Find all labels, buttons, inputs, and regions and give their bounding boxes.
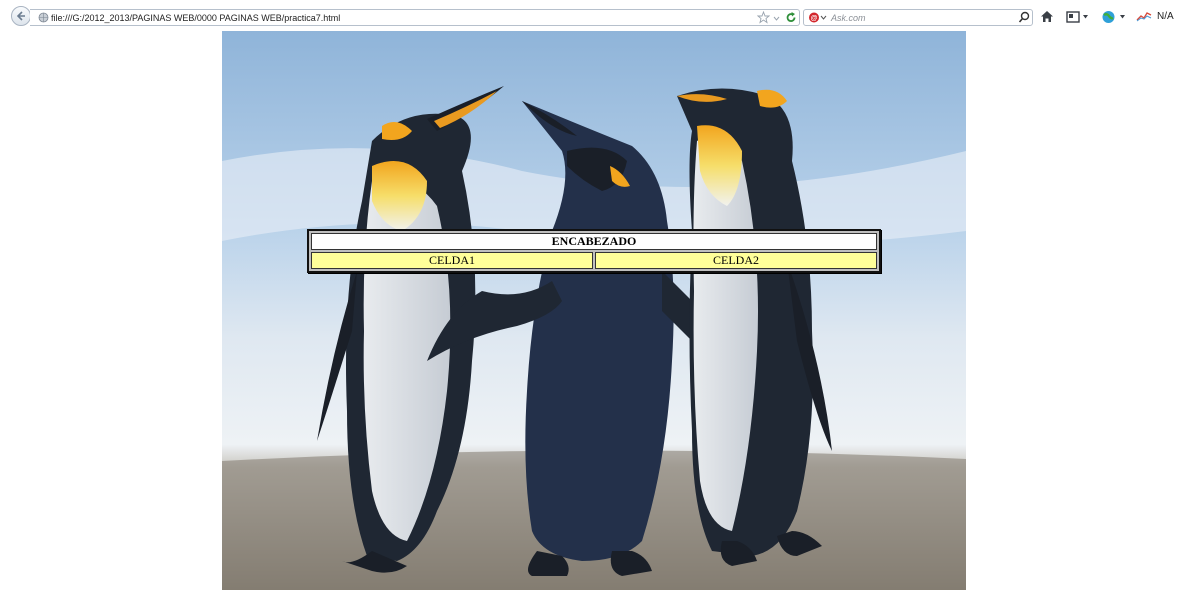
chevron-down-icon[interactable] <box>772 11 781 24</box>
bookmarks-icon[interactable] <box>1066 11 1080 23</box>
addon-status-label: N/A <box>1157 11 1174 22</box>
url-text: file:///G:/2012_2013/PAGINAS WEB/0000 PA… <box>51 13 341 23</box>
globe-icon <box>38 12 49 23</box>
reload-icon[interactable] <box>785 11 797 24</box>
home-icon[interactable] <box>1040 10 1054 23</box>
back-button[interactable] <box>11 6 31 26</box>
search-input[interactable]: Ask.com <box>831 11 866 25</box>
search-icon[interactable] <box>1018 11 1030 24</box>
url-bar[interactable]: file:///G:/2012_2013/PAGINAS WEB/0000 PA… <box>30 9 800 26</box>
penguins-image <box>222 31 966 590</box>
bookmark-star-icon[interactable] <box>757 11 770 24</box>
chevron-down-icon[interactable] <box>1082 14 1089 20</box>
browser-toolbar: file:///G:/2012_2013/PAGINAS WEB/0000 PA… <box>0 0 1196 34</box>
table-cell-2: CELDA2 <box>595 252 877 269</box>
table-cell-1: CELDA1 <box>311 252 593 269</box>
search-bar[interactable]: @ Ask.com <box>803 9 1033 26</box>
ask-logo-icon: @ <box>809 12 827 23</box>
back-arrow-icon <box>16 11 25 21</box>
demo-table: ENCABEZADO CELDA1 CELDA2 <box>309 231 879 271</box>
addon-globe-icon[interactable] <box>1101 10 1116 24</box>
demo-table-container: ENCABEZADO CELDA1 CELDA2 <box>307 229 881 273</box>
chevron-down-icon[interactable] <box>1119 14 1126 20</box>
svg-text:@: @ <box>811 15 818 22</box>
table-header-cell: ENCABEZADO <box>311 233 877 250</box>
stats-graph-icon[interactable] <box>1136 11 1152 22</box>
